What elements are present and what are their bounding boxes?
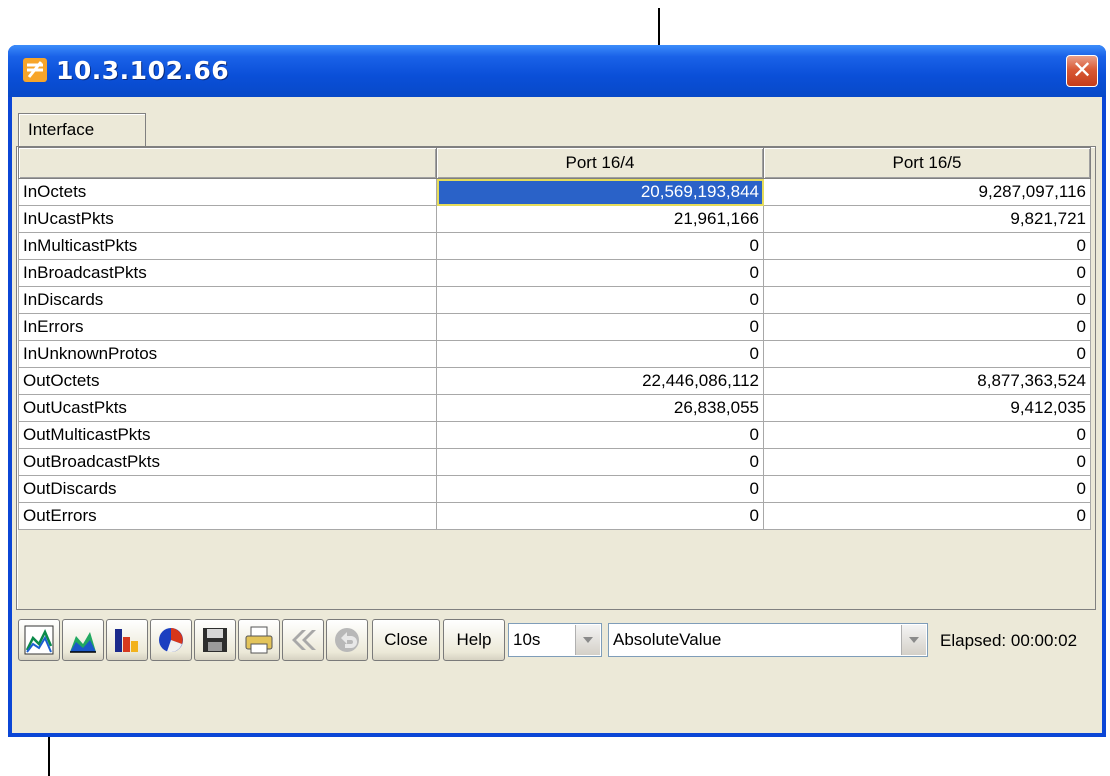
pie-chart-button[interactable] xyxy=(150,619,192,661)
value-cell[interactable]: 9,287,097,116 xyxy=(763,178,1091,206)
metric-name-cell[interactable]: InUcastPkts xyxy=(18,205,437,233)
toolbar: Close Help 10s AbsoluteValue Elapsed: 00… xyxy=(18,619,1108,663)
table-row[interactable]: OutMulticastPkts 0 0 xyxy=(18,421,1091,449)
value-cell[interactable]: 22,446,086,112 xyxy=(436,367,764,395)
value-cell[interactable]: 0 xyxy=(763,340,1091,368)
value-cell[interactable]: 0 xyxy=(436,421,764,449)
window-title: 10.3.102.66 xyxy=(56,56,230,85)
value-mode-value: AbsoluteValue xyxy=(613,630,722,649)
value-cell[interactable]: 0 xyxy=(436,232,764,260)
close-button[interactable]: Close xyxy=(372,619,440,661)
metric-name-cell[interactable]: OutUcastPkts xyxy=(18,394,437,422)
value-cell[interactable]: 0 xyxy=(763,259,1091,287)
value-cell[interactable]: 8,877,363,524 xyxy=(763,367,1091,395)
line-chart-button[interactable] xyxy=(18,619,60,661)
metric-name-cell[interactable]: InErrors xyxy=(18,313,437,341)
table-row[interactable]: InErrors 0 0 xyxy=(18,313,1091,341)
pie-chart-icon xyxy=(159,628,183,653)
print-button[interactable] xyxy=(238,619,280,661)
value-cell[interactable]: 0 xyxy=(763,286,1091,314)
metric-name-cell[interactable]: OutDiscards xyxy=(18,475,437,503)
table-row[interactable]: InUcastPkts 21,961,166 9,821,721 xyxy=(18,205,1091,233)
app-icon xyxy=(23,58,47,82)
value-cell[interactable]: 9,412,035 xyxy=(763,394,1091,422)
chevron-down-icon[interactable] xyxy=(901,625,926,655)
tab-interface[interactable]: Interface xyxy=(18,113,146,147)
table-row[interactable]: InDiscards 0 0 xyxy=(18,286,1091,314)
poll-interval-select[interactable]: 10s xyxy=(508,623,602,657)
stats-table: Port 16/4 Port 16/5 InOctets 20,569,193,8… xyxy=(18,147,1091,530)
table-row[interactable]: InUnknownProtos 0 0 xyxy=(18,340,1091,368)
table-row[interactable]: OutDiscards 0 0 xyxy=(18,475,1091,503)
value-cell[interactable]: 0 xyxy=(763,475,1091,503)
metric-name-cell[interactable]: OutErrors xyxy=(18,502,437,530)
print-icon xyxy=(245,626,273,654)
title-bar[interactable]: 10.3.102.66 ✕ xyxy=(8,45,1106,97)
metric-name-cell[interactable]: InUnknownProtos xyxy=(18,340,437,368)
undo-button[interactable] xyxy=(326,619,368,661)
stats-window: 10.3.102.66 ✕ Interface Port 16/4 Port 1… xyxy=(8,45,1106,737)
column-header-port-16-4[interactable]: Port 16/4 xyxy=(436,147,764,179)
table-row[interactable]: OutErrors 0 0 xyxy=(18,502,1091,530)
chevron-down-icon[interactable] xyxy=(575,625,600,655)
value-cell[interactable]: 0 xyxy=(763,448,1091,476)
table-row[interactable]: OutOctets 22,446,086,112 8,877,363,524 xyxy=(18,367,1091,395)
save-icon xyxy=(203,628,227,652)
undo-icon xyxy=(335,628,359,652)
save-button[interactable] xyxy=(194,619,236,661)
table-header-row: Port 16/4 Port 16/5 xyxy=(18,147,1091,179)
value-cell[interactable]: 0 xyxy=(436,259,764,287)
table-row[interactable]: OutUcastPkts 26,838,055 9,412,035 xyxy=(18,394,1091,422)
value-cell[interactable]: 9,821,721 xyxy=(763,205,1091,233)
metric-name-cell[interactable]: InOctets xyxy=(18,178,437,206)
value-cell[interactable]: 26,838,055 xyxy=(436,394,764,422)
back-button[interactable] xyxy=(282,619,324,661)
value-cell[interactable]: 20,569,193,844 xyxy=(436,178,764,206)
value-cell[interactable]: 0 xyxy=(763,421,1091,449)
metric-name-cell[interactable]: OutBroadcastPkts xyxy=(18,448,437,476)
bar-chart-button[interactable] xyxy=(106,619,148,661)
elapsed-time: Elapsed: 00:00:02 xyxy=(940,631,1078,650)
metric-name-cell[interactable]: InMulticastPkts xyxy=(18,232,437,260)
value-mode-select[interactable]: AbsoluteValue xyxy=(608,623,928,657)
poll-interval-value: 10s xyxy=(513,630,541,649)
metric-name-cell[interactable]: InDiscards xyxy=(18,286,437,314)
metric-name-cell[interactable]: OutOctets xyxy=(18,367,437,395)
value-cell[interactable]: 0 xyxy=(436,475,764,503)
table-row[interactable]: InOctets 20,569,193,844 9,287,097,116 xyxy=(18,178,1091,206)
value-cell[interactable]: 0 xyxy=(763,232,1091,260)
table-row[interactable]: InBroadcastPkts 0 0 xyxy=(18,259,1091,287)
value-cell[interactable]: 0 xyxy=(436,502,764,530)
value-cell[interactable]: 0 xyxy=(763,502,1091,530)
line-chart-icon xyxy=(24,625,54,655)
back-arrows-icon xyxy=(292,630,316,650)
value-cell[interactable]: 0 xyxy=(436,313,764,341)
close-window-button[interactable]: ✕ xyxy=(1066,55,1098,87)
column-header-port-16-5[interactable]: Port 16/5 xyxy=(763,147,1091,179)
table-row[interactable]: InMulticastPkts 0 0 xyxy=(18,232,1091,260)
value-cell[interactable]: 0 xyxy=(436,286,764,314)
value-cell[interactable]: 0 xyxy=(436,448,764,476)
bar-chart-icon xyxy=(115,629,138,652)
value-cell[interactable]: 0 xyxy=(436,340,764,368)
area-chart-icon xyxy=(70,632,96,653)
value-cell[interactable]: 0 xyxy=(763,313,1091,341)
metric-name-cell[interactable]: OutMulticastPkts xyxy=(18,421,437,449)
column-header-metric[interactable] xyxy=(18,147,437,179)
metric-name-cell[interactable]: InBroadcastPkts xyxy=(18,259,437,287)
help-button[interactable]: Help xyxy=(443,619,505,661)
table-row[interactable]: OutBroadcastPkts 0 0 xyxy=(18,448,1091,476)
value-cell[interactable]: 21,961,166 xyxy=(436,205,764,233)
area-chart-button[interactable] xyxy=(62,619,104,661)
